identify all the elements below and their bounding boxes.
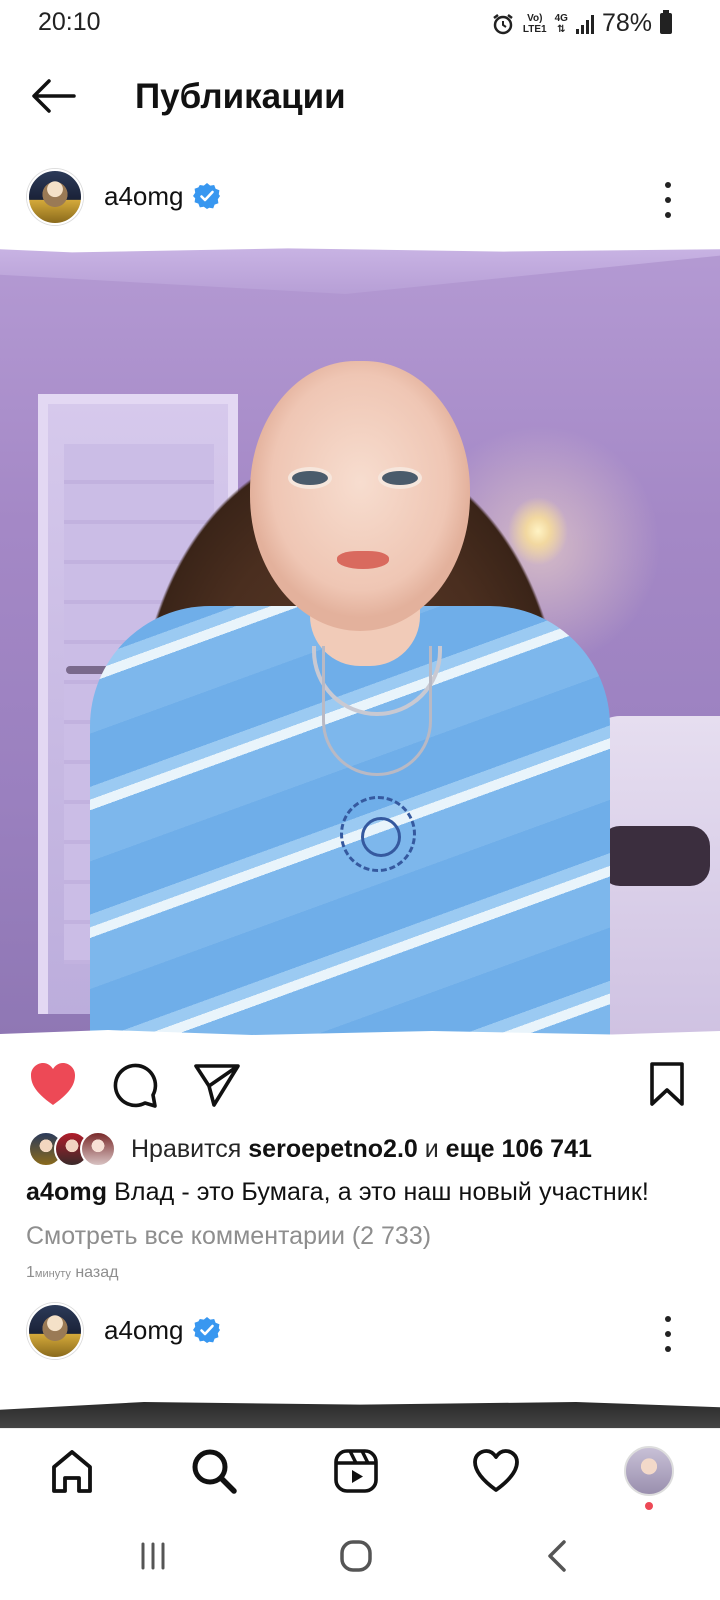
- post-username[interactable]: a4omg: [104, 1315, 184, 1346]
- share-icon[interactable]: [192, 1060, 242, 1110]
- notification-dot: [645, 1502, 653, 1510]
- volte-indicator: Vo) LTE1: [523, 13, 547, 35]
- avatar[interactable]: [27, 169, 83, 225]
- caption-text: Влад - это Бумага, а это наш новый участ…: [114, 1178, 649, 1206]
- like-heart-icon[interactable]: [28, 1060, 78, 1110]
- view-all-comments-link[interactable]: Смотреть все комментарии (2 733): [26, 1222, 431, 1251]
- like-heart-fill: [31, 1063, 75, 1105]
- lte-label: LTE1: [522, 23, 547, 35]
- battery-icon: [660, 10, 672, 34]
- post-header: a4omg: [0, 160, 720, 234]
- post-image[interactable]: [0, 246, 720, 1038]
- liked-by-username[interactable]: seroepetno2.0: [248, 1135, 418, 1163]
- more-options-button[interactable]: [662, 1316, 674, 1352]
- status-bar: 20:10 Vo) LTE1 4G ⇅ 78%: [0, 0, 720, 46]
- recents-icon[interactable]: [133, 1536, 173, 1576]
- post-username[interactable]: a4omg: [104, 181, 184, 212]
- post-caption: a4omg Влад - это Бумага, а это наш новый…: [26, 1178, 716, 1207]
- time-number: 1: [26, 1264, 35, 1281]
- page-title: Публикации: [135, 77, 346, 116]
- likes-summary[interactable]: Нравится seroepetno2.0 и еще 106 741: [131, 1135, 592, 1164]
- alarm-icon: [493, 13, 513, 34]
- next-post-image[interactable]: [0, 1402, 720, 1428]
- next-post-header: a4omg: [0, 1294, 720, 1368]
- home-button-icon[interactable]: [336, 1536, 376, 1576]
- verified-badge-icon: [193, 1317, 220, 1343]
- back-arrow-icon[interactable]: [30, 78, 76, 114]
- search-icon[interactable]: [190, 1447, 238, 1495]
- activity-heart-icon[interactable]: [472, 1447, 520, 1495]
- top-header: Публикации: [0, 60, 720, 132]
- profile-avatar[interactable]: [624, 1446, 674, 1496]
- comment-icon[interactable]: [110, 1060, 160, 1110]
- reels-icon[interactable]: [332, 1447, 380, 1495]
- likes-prefix: Нравится: [131, 1135, 242, 1163]
- status-time: 20:10: [38, 8, 101, 36]
- bottom-nav: [0, 1428, 720, 1512]
- network-type: 4G ⇅: [555, 13, 568, 35]
- data-arrows-icon: ⇅: [557, 23, 566, 35]
- time-unit: минуту: [34, 1268, 71, 1280]
- more-options-button[interactable]: [662, 182, 674, 218]
- signal-icon: [575, 14, 594, 34]
- network-type-label: 4G: [554, 12, 568, 24]
- avatar: [80, 1131, 116, 1167]
- system-back-icon[interactable]: [538, 1536, 578, 1576]
- liker-avatars[interactable]: [28, 1131, 124, 1169]
- likes-row: Нравится seroepetno2.0 и еще 106 741: [0, 1128, 720, 1172]
- volte-label: Vo): [527, 12, 543, 24]
- home-icon[interactable]: [48, 1447, 96, 1495]
- likes-count[interactable]: еще 106 741: [446, 1135, 592, 1163]
- battery-percent: 78%: [601, 9, 652, 37]
- post-actions: [0, 1040, 720, 1132]
- likes-conjunction: и: [424, 1135, 439, 1163]
- post-timestamp: 1минуту назад: [26, 1264, 118, 1282]
- time-suffix: назад: [75, 1264, 119, 1281]
- verified-badge-icon: [193, 183, 220, 209]
- save-bookmark-icon[interactable]: [644, 1060, 694, 1110]
- avatar[interactable]: [27, 1303, 83, 1359]
- caption-username[interactable]: a4omg: [26, 1178, 107, 1206]
- status-icons: Vo) LTE1 4G ⇅ 78%: [491, 9, 672, 38]
- system-nav-bar: [0, 1512, 720, 1600]
